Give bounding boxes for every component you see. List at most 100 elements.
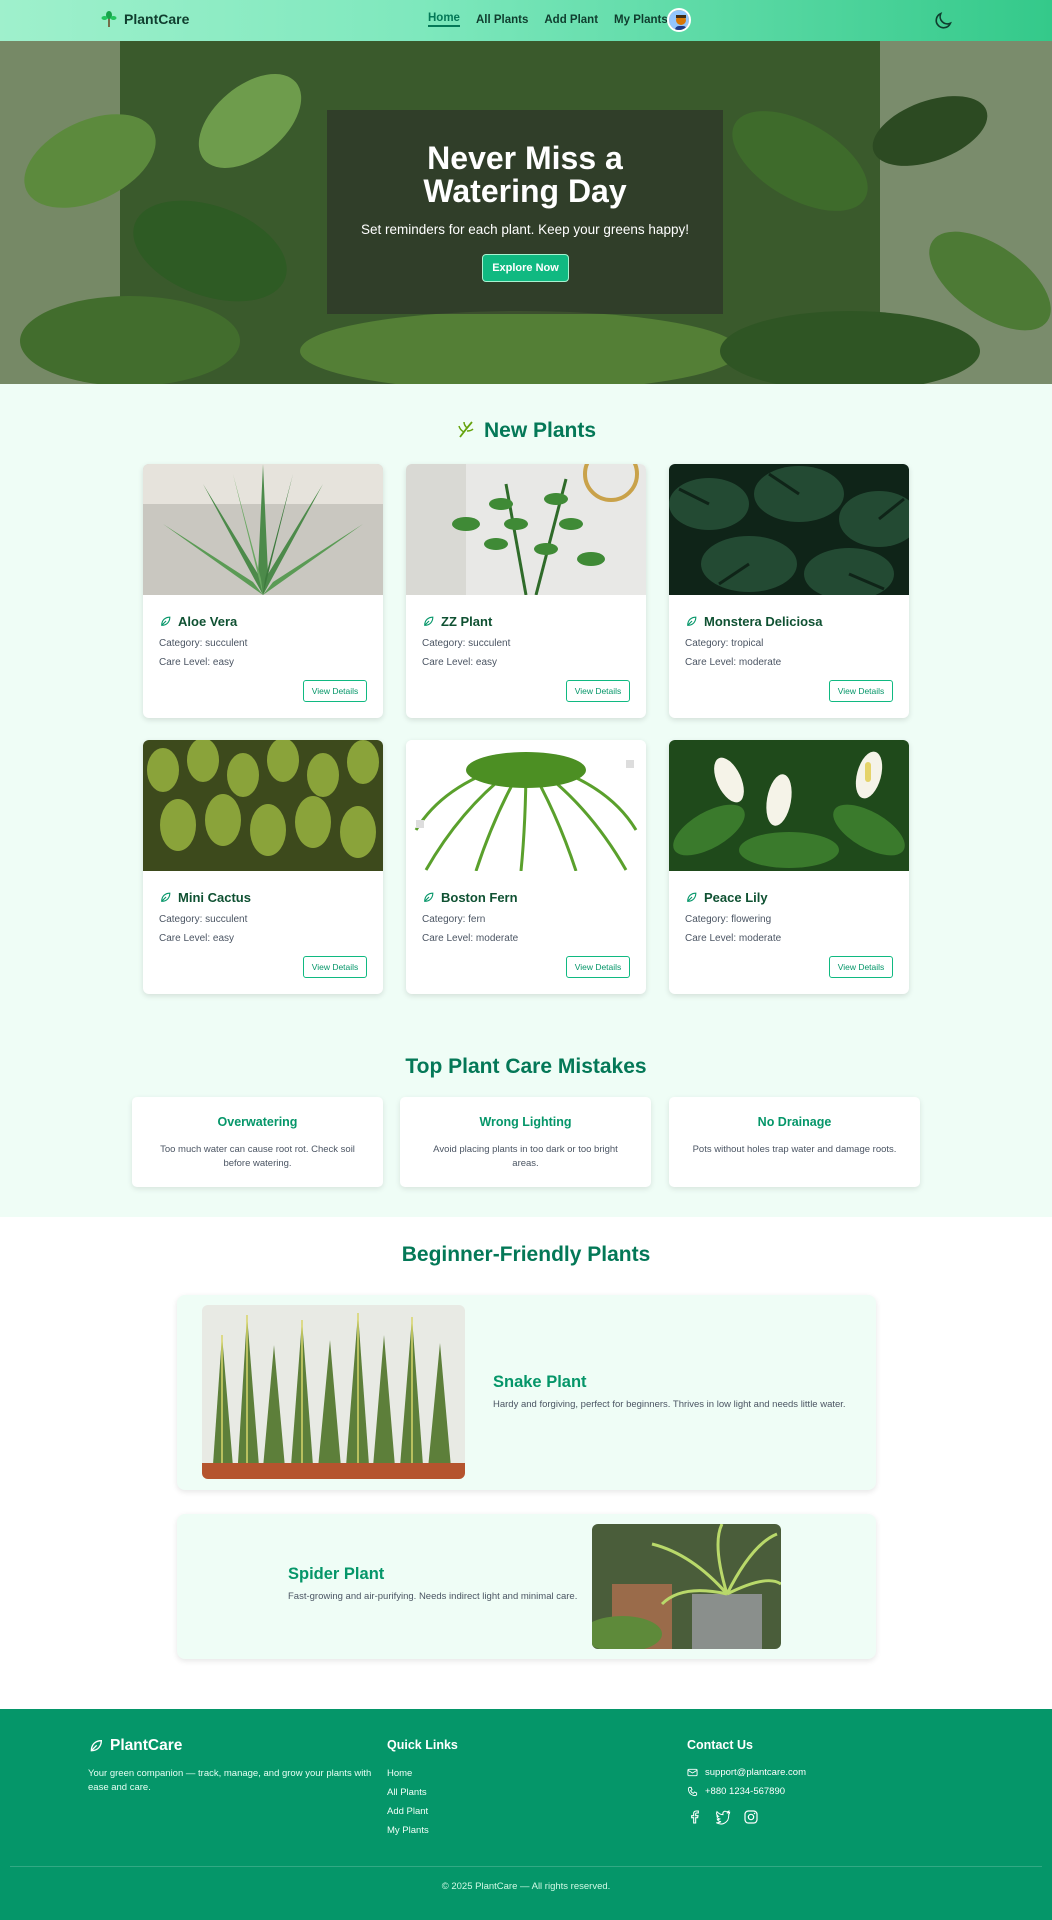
phone-icon bbox=[687, 1786, 698, 1797]
leaf-icon bbox=[90, 1739, 103, 1752]
plant-category: Category: tropical bbox=[685, 638, 763, 649]
plant-care-level: Care Level: moderate bbox=[685, 657, 781, 668]
brand-logo[interactable]: PlantCare bbox=[100, 10, 189, 28]
care-value: easy bbox=[475, 657, 498, 668]
new-plants-title: New Plants bbox=[483, 419, 597, 442]
plant-card: Aloe Vera Category: succulent Care Level… bbox=[143, 464, 383, 718]
view-details-button[interactable]: View Details bbox=[303, 956, 367, 978]
nav-home[interactable]: Home bbox=[428, 12, 460, 27]
contact-phone[interactable]: +880 1234-567890 bbox=[687, 1786, 785, 1797]
view-details-button[interactable]: View Details bbox=[303, 680, 367, 702]
plant-name: Peace Lily bbox=[704, 890, 768, 905]
care-label: Care Level: bbox=[159, 933, 211, 944]
hero-title-line2: Watering Day bbox=[423, 173, 627, 209]
mistake-text: Avoid placing plants in too dark or too … bbox=[433, 1144, 618, 1169]
top-navbar: PlantCare Home All Plants Add Plant My P… bbox=[0, 0, 1052, 41]
care-value: moderate bbox=[738, 657, 782, 668]
category-label: Category: bbox=[422, 914, 466, 925]
plant-name: Aloe Vera bbox=[178, 614, 238, 629]
facebook-icon[interactable] bbox=[687, 1809, 703, 1825]
plant-care-level: Care Level: moderate bbox=[422, 933, 518, 944]
footer-brand[interactable]: PlantCare bbox=[88, 1737, 182, 1755]
plant-category: Category: succulent bbox=[159, 638, 247, 649]
twitter-icon[interactable] bbox=[715, 1809, 731, 1825]
plant-name: Mini Cactus bbox=[178, 890, 251, 905]
beginner-heading: Beginner-Friendly Plants bbox=[401, 1243, 651, 1266]
view-details-button[interactable]: View Details bbox=[566, 956, 630, 978]
nav-add-plant[interactable]: Add Plant bbox=[544, 14, 598, 26]
copyright: © 2025 PlantCare — All rights reserved. bbox=[441, 1881, 611, 1892]
footer-description: Your green companion — track, manage, an… bbox=[88, 1768, 372, 1793]
care-value: moderate bbox=[738, 933, 782, 944]
mistake-title: No Drainage bbox=[757, 1115, 832, 1129]
user-avatar[interactable] bbox=[667, 8, 691, 32]
care-label: Care Level: bbox=[685, 657, 737, 668]
quick-links-heading: Quick Links bbox=[387, 1738, 458, 1752]
plant-care-level: Care Level: easy bbox=[159, 933, 234, 944]
category-label: Category: bbox=[422, 638, 466, 649]
care-label: Care Level: bbox=[422, 933, 474, 944]
new-plants-heading: New Plants bbox=[0, 419, 1052, 443]
plant-logo-icon bbox=[101, 11, 117, 27]
snake-plant-image bbox=[202, 1305, 465, 1479]
contact-email-text: support@plantcare.com bbox=[705, 1767, 806, 1778]
mistake-card: Wrong Lighting Avoid placing plants in t… bbox=[400, 1097, 651, 1187]
mistake-card: No Drainage Pots without holes trap wate… bbox=[669, 1097, 920, 1187]
hero-banner: Never Miss a Watering Day Set reminders … bbox=[0, 41, 1052, 384]
care-value: moderate bbox=[475, 933, 519, 944]
category-label: Category: bbox=[685, 914, 729, 925]
nav-links: Home All Plants Add Plant My Plants bbox=[428, 12, 668, 27]
plant-name-row: Monstera Deliciosa bbox=[685, 614, 823, 629]
instagram-icon[interactable] bbox=[743, 1809, 759, 1825]
plant-name-row: Mini Cactus bbox=[159, 890, 251, 905]
plant-card: Boston Fern Category: fern Care Level: m… bbox=[406, 740, 646, 994]
category-value: succulent bbox=[205, 914, 248, 925]
plant-category: Category: succulent bbox=[159, 914, 247, 925]
plant-care-level: Care Level: easy bbox=[159, 657, 234, 668]
footer-link-my-plants[interactable]: My Plants bbox=[387, 1825, 429, 1836]
nav-all-plants[interactable]: All Plants bbox=[476, 14, 528, 26]
plant-name-row: ZZ Plant bbox=[422, 614, 492, 629]
beginner-plant-name: Spider Plant bbox=[288, 1565, 385, 1583]
nav-my-plants[interactable]: My Plants bbox=[614, 14, 668, 26]
plant-card: Mini Cactus Category: succulent Care Lev… bbox=[143, 740, 383, 994]
sprout-icon bbox=[458, 421, 474, 438]
beginner-plant-desc: Fast-growing and air-purifying. Needs in… bbox=[288, 1591, 578, 1602]
monstera-image bbox=[669, 464, 909, 595]
plant-name-row: Boston Fern bbox=[422, 890, 518, 905]
beginner-card: Spider Plant Fast-growing and air-purify… bbox=[177, 1514, 876, 1659]
contact-heading: Contact Us bbox=[687, 1738, 753, 1752]
explore-now-button[interactable]: Explore Now bbox=[482, 254, 569, 282]
leaf-icon bbox=[424, 892, 434, 902]
footer-divider bbox=[10, 1866, 1042, 1867]
view-details-button[interactable]: View Details bbox=[829, 680, 893, 702]
contact-email[interactable]: support@plantcare.com bbox=[687, 1767, 806, 1778]
mistake-text: Pots without holes trap water and damage… bbox=[692, 1144, 897, 1155]
mini-cactus-image bbox=[143, 740, 383, 871]
view-details-button[interactable]: View Details bbox=[829, 956, 893, 978]
plant-category: Category: succulent bbox=[422, 638, 510, 649]
contact-phone-text: +880 1234-567890 bbox=[705, 1786, 786, 1797]
plant-category: Category: fern bbox=[422, 914, 485, 925]
view-details-button[interactable]: View Details bbox=[566, 680, 630, 702]
category-value: flowering bbox=[731, 914, 772, 925]
hero-title: Never Miss a Watering Day bbox=[327, 142, 723, 208]
brand-name: PlantCare bbox=[124, 11, 190, 27]
footer-brand-name: PlantCare bbox=[110, 1737, 183, 1754]
plant-name: Monstera Deliciosa bbox=[704, 614, 823, 629]
boston-fern-image bbox=[406, 740, 646, 871]
footer-link-add-plant[interactable]: Add Plant bbox=[387, 1806, 428, 1817]
footer-link-home[interactable]: Home bbox=[387, 1768, 412, 1779]
mistake-card: Overwatering Too much water can cause ro… bbox=[132, 1097, 383, 1187]
social-links bbox=[687, 1809, 759, 1825]
footer-link-all-plants[interactable]: All Plants bbox=[387, 1787, 427, 1798]
mistake-title: Overwatering bbox=[217, 1115, 298, 1129]
beginner-section: Beginner-Friendly Plants Snake Plant Har… bbox=[0, 1217, 1052, 1709]
moon-icon[interactable] bbox=[932, 10, 954, 32]
aloe-vera-image bbox=[143, 464, 383, 595]
category-label: Category: bbox=[159, 638, 203, 649]
mail-icon bbox=[687, 1768, 698, 1777]
category-value: fern bbox=[468, 914, 486, 925]
zz-plant-image bbox=[406, 464, 646, 595]
spider-plant-image bbox=[592, 1524, 781, 1649]
